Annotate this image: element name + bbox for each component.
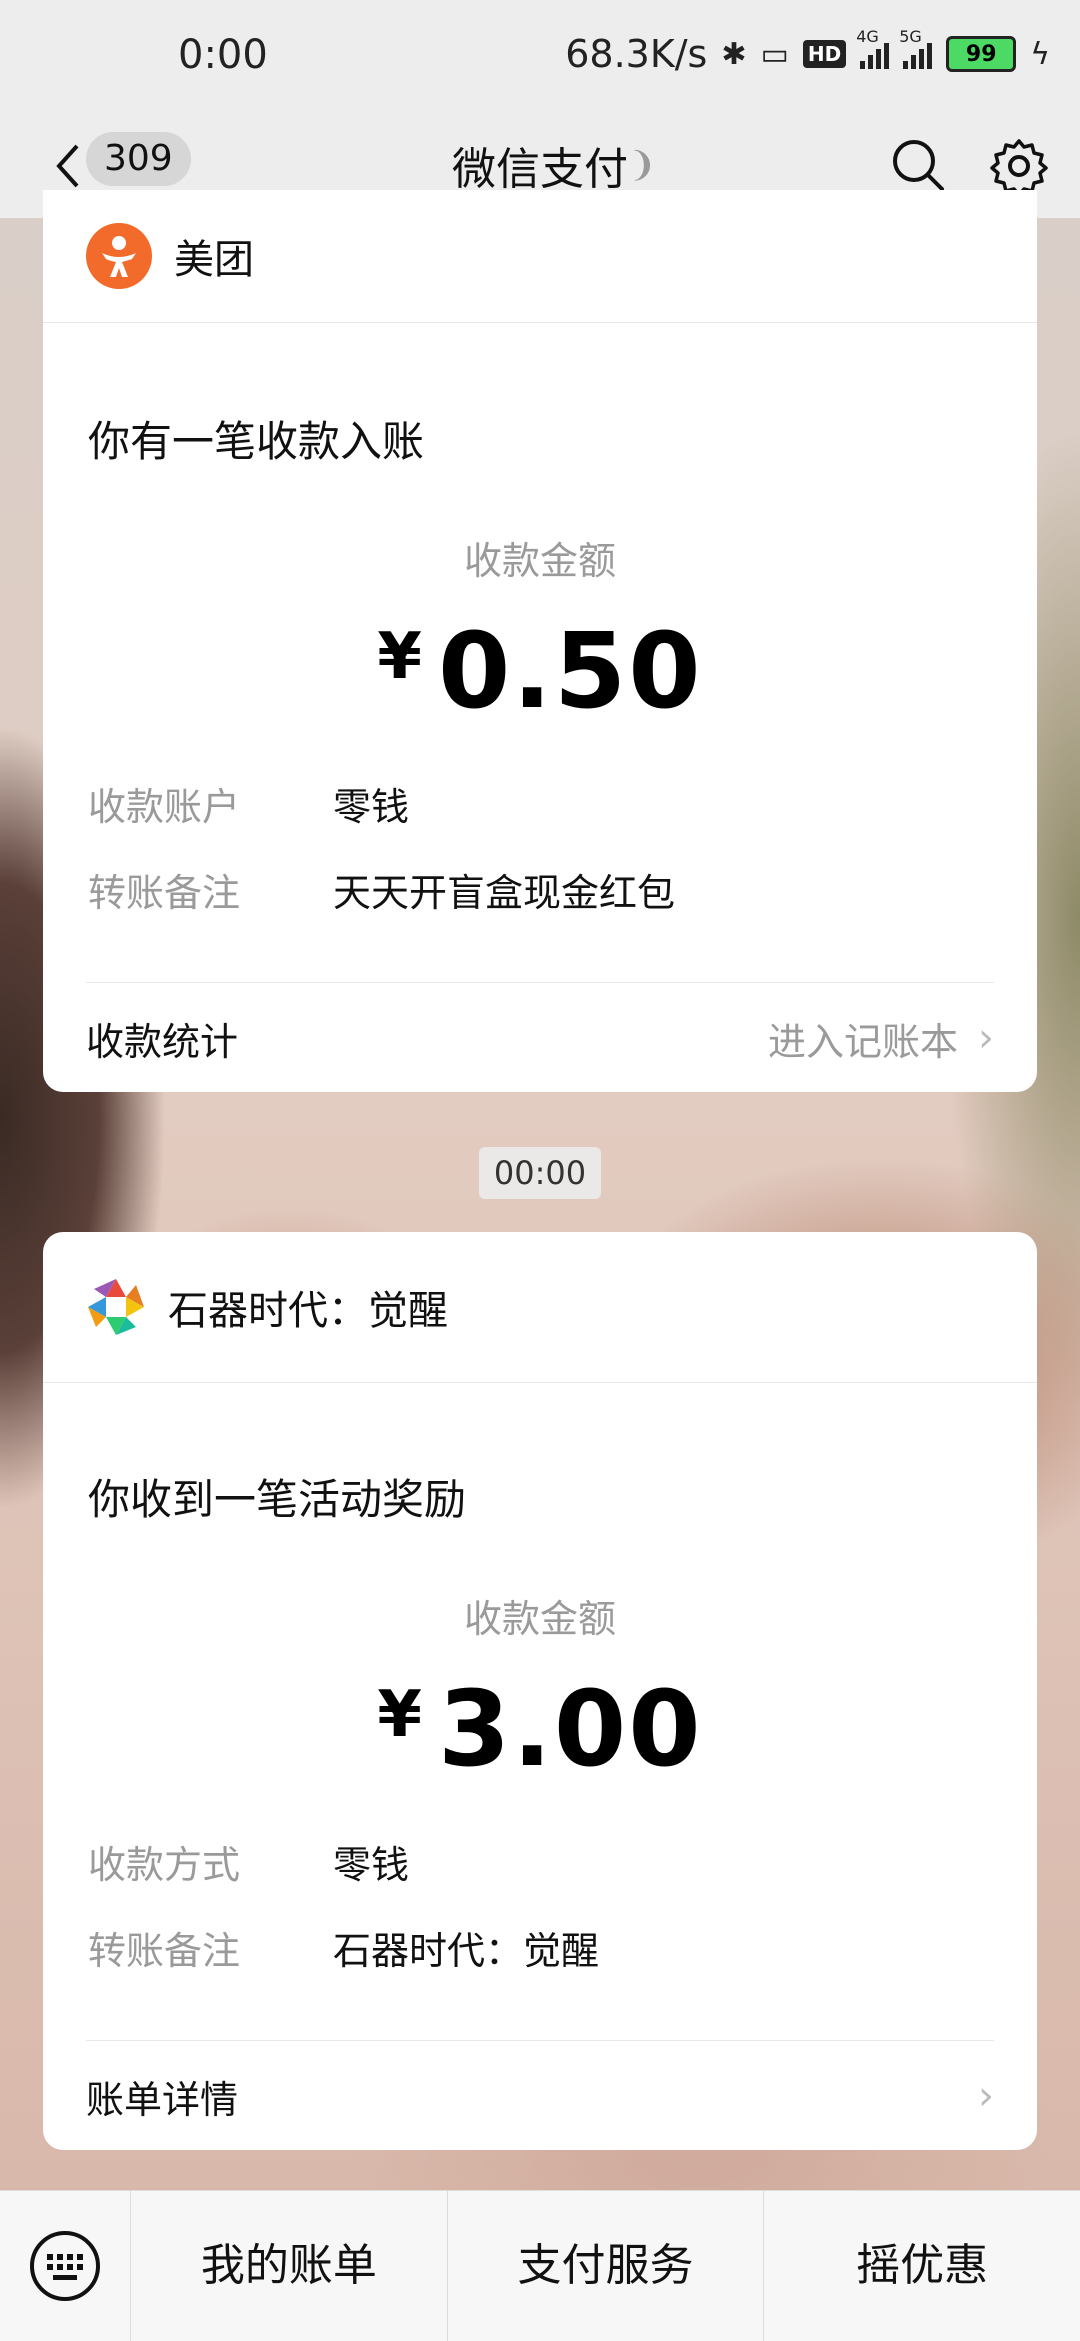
network-speed: 68.3K/s — [565, 32, 708, 76]
footer-left-label: 收款统计 — [86, 1019, 239, 1064]
keyboard-toggle-button[interactable] — [0, 2191, 131, 2341]
amount: ¥3.00 — [43, 1668, 1037, 1790]
currency-symbol: ¥ — [377, 620, 422, 694]
menu-shake-deals[interactable]: 摇优惠 — [763, 2191, 1080, 2341]
menu-my-bills[interactable]: 我的账单 — [131, 2191, 447, 2341]
battery-icon: 99 — [946, 36, 1017, 72]
charging-icon: ϟ — [1030, 36, 1050, 72]
card-message: 你有一笔收款入账 — [88, 417, 425, 466]
status-bar: 0:00 68.3K/s ✱ ▭ HD 4G 5G 99 ϟ — [0, 0, 1080, 115]
chevron-right-icon: › — [978, 2073, 994, 2119]
detail-value: 天天开盲盒现金红包 — [333, 871, 676, 915]
currency-symbol: ¥ — [377, 1678, 422, 1752]
payment-card-meituan[interactable]: 美团 你有一笔收款入账 收款金额 ¥0.50 收款账户 零钱 转账备注 天天开盲… — [43, 190, 1037, 1092]
status-time: 0:00 — [178, 32, 268, 78]
hd-icon: HD — [802, 40, 847, 68]
signal-4g-icon: 4G — [856, 27, 890, 69]
signal-5g-icon: 5G — [899, 27, 933, 69]
card-header[interactable]: 美团 — [43, 190, 1037, 323]
card-header[interactable]: 石器时代：觉醒 — [43, 1232, 1037, 1383]
detail-value: 零钱 — [333, 785, 410, 829]
merchant-name: 美团 — [174, 237, 254, 283]
detail-row: 转账备注 石器时代：觉醒 — [88, 1920, 599, 1975]
merchant-name: 石器时代：觉醒 — [168, 1288, 448, 1334]
footer-right-link[interactable]: 进入记账本 › — [768, 1011, 994, 1066]
detail-row: 收款方式 零钱 — [88, 1834, 409, 1889]
footer-left-label: 账单详情 — [86, 2077, 239, 2122]
status-icons: 68.3K/s ✱ ▭ HD 4G 5G 99 ϟ — [565, 27, 1050, 76]
chevron-right-icon: › — [978, 1015, 994, 1061]
menu-payment-services[interactable]: 支付服务 — [446, 2191, 764, 2341]
amount: ¥0.50 — [43, 610, 1037, 732]
signal-5g-label: 5G — [899, 27, 922, 46]
detail-key: 转账备注 — [88, 871, 241, 915]
card-footer-link[interactable]: 账单详情 › — [86, 2040, 994, 2151]
amount-value: 0.50 — [437, 610, 703, 732]
amount-value: 3.00 — [437, 1668, 703, 1790]
detail-row: 收款账户 零钱 — [88, 776, 409, 831]
card-footer-link[interactable]: 收款统计 进入记账本 › — [86, 982, 994, 1093]
bottom-menu-bar: 我的账单 支付服务 摇优惠 — [0, 2190, 1080, 2341]
meituan-logo-icon — [86, 223, 152, 289]
card-message: 你收到一笔活动奖励 — [88, 1475, 467, 1524]
detail-row: 转账备注 天天开盲盒现金红包 — [88, 862, 675, 917]
detail-key: 转账备注 — [88, 1929, 241, 1973]
detail-value: 石器时代：觉醒 — [333, 1929, 600, 1973]
bluetooth-icon: ✱ — [721, 36, 747, 72]
payment-card-game[interactable]: 石器时代：觉醒 你收到一笔活动奖励 收款金额 ¥3.00 收款方式 零钱 转账备… — [43, 1232, 1037, 2150]
footer-right-link[interactable]: › — [978, 2073, 994, 2119]
detail-key: 收款方式 — [88, 1843, 241, 1887]
footer-right-label: 进入记账本 — [767, 1019, 958, 1064]
amount-label: 收款金额 — [463, 539, 616, 583]
detail-key: 收款账户 — [88, 785, 241, 829]
earpiece-mode-icon: ❩ — [628, 145, 657, 185]
message-timestamp: 00:00 — [479, 1147, 601, 1199]
amount-label: 收款金额 — [463, 1597, 616, 1641]
keyboard-icon — [30, 2231, 100, 2301]
vibrate-icon: ▭ — [760, 36, 789, 72]
signal-4g-label: 4G — [856, 27, 879, 46]
detail-value: 零钱 — [333, 1843, 410, 1887]
game-logo-icon — [88, 1279, 144, 1335]
